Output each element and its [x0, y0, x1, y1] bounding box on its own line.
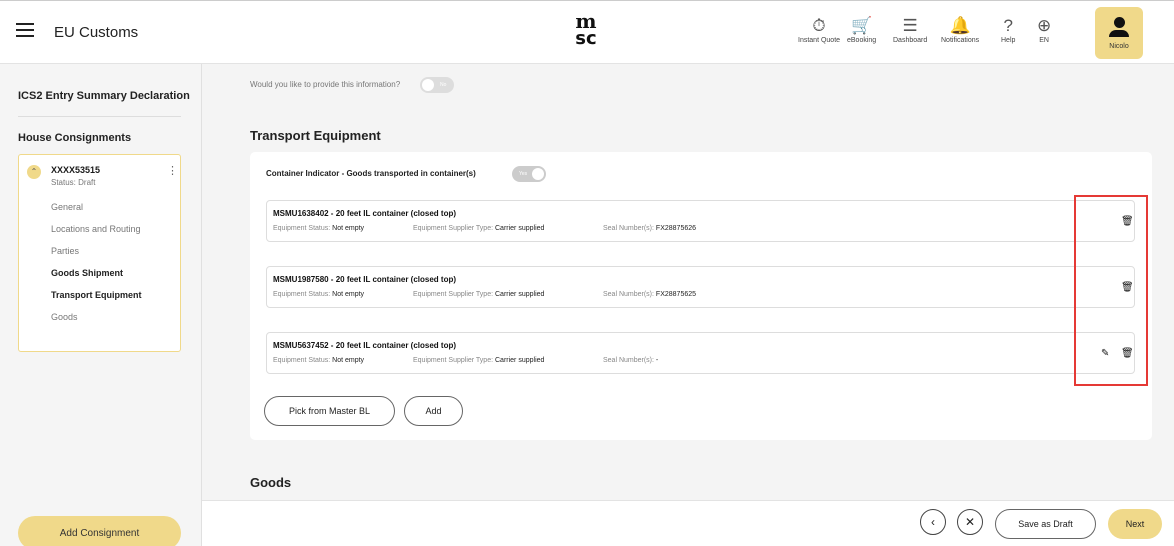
transport-equipment-title: Transport Equipment	[250, 128, 381, 143]
nav-notifications[interactable]: 🔔 Notifications	[941, 15, 979, 44]
house-consignments-title: House Consignments	[18, 132, 132, 144]
container-indicator-toggle[interactable]: Yes	[512, 166, 546, 182]
help-icon: ?	[1003, 16, 1013, 35]
chevron-up-icon[interactable]: ⌃	[27, 165, 41, 179]
container-indicator-label: Container Indicator - Goods transported …	[266, 169, 476, 178]
equipment-row[interactable]: MSMU1638402 - 20 feet IL container (clos…	[266, 200, 1135, 242]
highlight-box	[1074, 195, 1148, 386]
more-options-icon[interactable]: ⋮	[167, 164, 178, 177]
globe-icon: ⊕	[1037, 16, 1052, 35]
menu-icon[interactable]	[16, 23, 34, 37]
info-toggle[interactable]: No	[420, 77, 454, 93]
info-question: Would you like to provide this informati…	[250, 80, 401, 89]
sidebar-item-general[interactable]: General	[51, 202, 83, 212]
nav-dashboard[interactable]: ☰ Dashboard	[893, 15, 927, 44]
chevron-left-icon[interactable]: ‹	[920, 509, 946, 535]
sliders-icon: ☰	[902, 16, 918, 35]
declaration-title: ICS2 Entry Summary Declaration	[18, 90, 190, 102]
bottom-bar: ‹ ✕ Save as Draft Next	[202, 500, 1174, 546]
save-as-draft-button[interactable]: Save as Draft	[995, 509, 1096, 539]
transport-equipment-panel: Container Indicator - Goods transported …	[250, 152, 1152, 440]
equipment-row[interactable]: MSMU1987580 - 20 feet IL container (clos…	[266, 266, 1135, 308]
app-title: EU Customs	[54, 24, 139, 41]
sidebar-item-goods-shipment[interactable]: Goods Shipment	[51, 268, 123, 278]
nav-ebooking[interactable]: 🛒 eBooking	[847, 15, 876, 44]
cart-icon: 🛒	[851, 16, 873, 35]
instant-quote-icon: ⏱	[812, 16, 826, 35]
consignment-status: Status: Draft	[51, 178, 96, 187]
goods-title: Goods	[250, 475, 292, 490]
nav-instant-quote[interactable]: ⏱ Instant Quote	[798, 15, 840, 44]
add-equipment-button[interactable]: Add	[404, 396, 463, 426]
next-button[interactable]: Next	[1108, 509, 1162, 539]
consignment-card[interactable]: ⌃ XXXX53515 Status: Draft ⋮ General Loca…	[18, 154, 181, 352]
msc-logo[interactable]: m sc	[563, 11, 609, 53]
pick-from-master-bl-button[interactable]: Pick from Master BL	[264, 396, 395, 426]
close-icon[interactable]: ✕	[957, 509, 983, 535]
sidebar-item-locations[interactable]: Locations and Routing	[51, 224, 141, 234]
sidebar-item-parties[interactable]: Parties	[51, 246, 79, 256]
add-consignment-button[interactable]: Add Consignment	[18, 516, 181, 546]
nav-help[interactable]: ? Help	[1001, 15, 1015, 44]
user-name: Nicolo	[1109, 43, 1129, 50]
user-icon	[1113, 17, 1125, 28]
top-bar: EU Customs m sc ⏱ Instant Quote 🛒 eBooking…	[0, 0, 1174, 64]
consignment-id: XXXX53515	[51, 165, 101, 175]
nav-language[interactable]: ⊕ EN	[1037, 15, 1051, 44]
sidebar-item-goods[interactable]: Goods	[51, 312, 78, 322]
equipment-row[interactable]: MSMU5637452 - 20 feet IL container (clos…	[266, 332, 1135, 374]
sidebar: ICS2 Entry Summary Declaration House Con…	[0, 64, 202, 546]
main-content: Would you like to provide this informati…	[202, 64, 1174, 546]
sidebar-item-transport-equipment[interactable]: Transport Equipment	[51, 290, 142, 300]
divider	[18, 116, 181, 117]
user-menu[interactable]: Nicolo	[1095, 7, 1143, 59]
bell-icon: 🔔	[949, 16, 971, 35]
